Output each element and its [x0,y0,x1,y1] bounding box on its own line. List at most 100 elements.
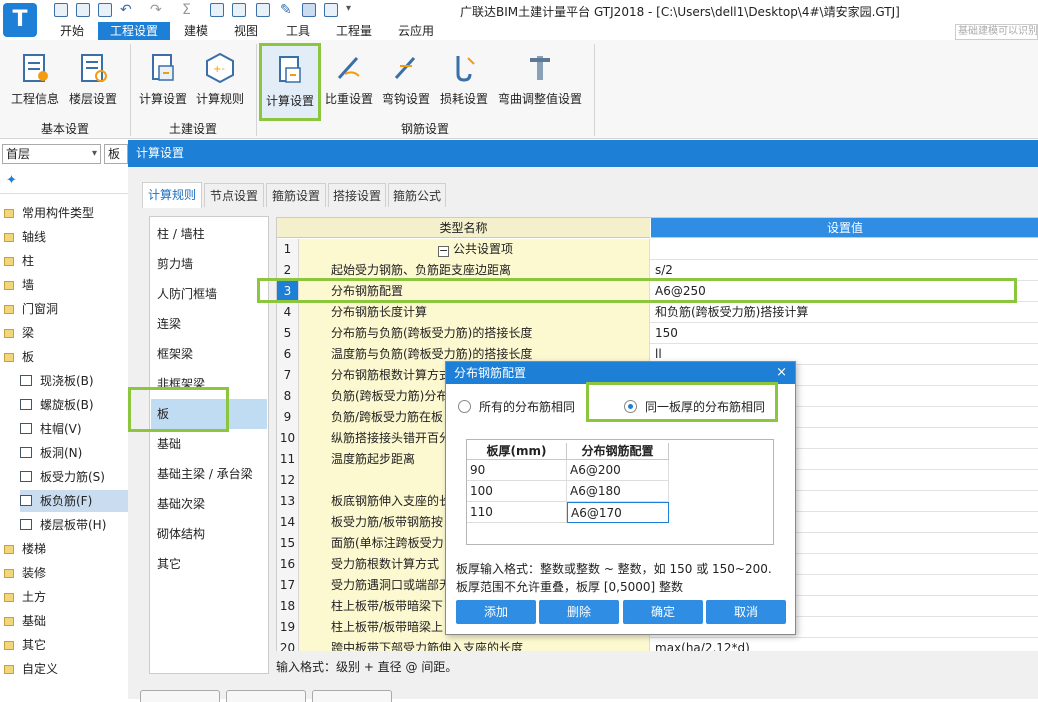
note-range: 板厚范围不允许重叠，板厚 [0,5000] 整数 [456,580,683,594]
menu-project-settings[interactable]: 工程设置 [98,22,170,40]
menu-tools[interactable]: 工具 [278,22,318,40]
category-item[interactable]: 基础次梁 [151,489,267,519]
bottom-button[interactable] [226,690,306,702]
bottom-button[interactable] [312,690,392,702]
category-item[interactable]: 柱 / 墙柱 [151,219,267,249]
category-item[interactable]: 基础主梁 / 承台梁 [151,459,267,489]
density-button[interactable]: 比重设置 [321,44,377,122]
tree-item-selected[interactable]: 板负筋(F) [20,490,128,512]
redo-icon[interactable]: ↷ [150,2,162,18]
floor-settings-button[interactable]: 楼层设置 [64,44,122,122]
calc-rules-button[interactable]: +- 计算规则 [192,44,248,122]
table-row[interactable]: 5 分布筋与负筋(跨板受力筋)的搭接长度 150 [277,323,1038,344]
delete-button[interactable]: 删除 [539,600,619,624]
save-icon[interactable] [54,3,68,17]
thickness-cell[interactable]: 100 [467,481,567,502]
menu-view[interactable]: 视图 [226,22,266,40]
project-info-button[interactable]: 工程信息 [6,44,64,122]
open-icon[interactable] [98,3,112,17]
popup-title: 分布钢筋配置 [446,362,795,384]
category-item[interactable]: 剪力墙 [151,249,267,279]
calc-settings-label: 计算设置 [138,92,187,106]
menu-modeling[interactable]: 建模 [176,22,216,40]
category-item[interactable]: 砌体结构 [151,519,267,549]
category-item[interactable]: 其它 [151,549,267,579]
tree-item[interactable]: 梁 [4,322,128,344]
floor-select[interactable]: 首层 [2,144,101,164]
tree-item[interactable]: 楼梯 [4,538,128,560]
tree-item[interactable]: 自定义 [4,658,128,680]
thickness-cell[interactable]: 110 [467,502,567,523]
report-icon[interactable] [210,3,224,17]
undo-icon[interactable]: ↶ [120,2,132,18]
category-item[interactable]: 人防门框墙 [151,279,267,309]
ok-button[interactable]: 确定 [623,600,703,624]
tree-item[interactable]: 板洞(N) [20,442,128,464]
close-icon[interactable]: × [776,362,787,384]
row-value[interactable] [651,239,1038,260]
tree-item[interactable]: 基础 [4,610,128,632]
new-component-icon[interactable]: ✦ [6,173,17,188]
row-value[interactable]: 150 [651,323,1038,344]
tree-item[interactable]: 现浇板(B) [20,370,128,392]
tree-item[interactable]: 柱 [4,250,128,272]
hook-button[interactable]: 弯钩设置 [378,44,434,122]
layout-icon[interactable] [324,3,338,17]
pen-icon[interactable]: ✎ [280,2,292,18]
row-name: 跨中板带下部受力筋伸入支座的长度 [299,638,650,651]
tab-stirrup-formula[interactable]: 箍筋公式 [388,183,446,207]
tree-item[interactable]: 柱帽(V) [20,418,128,440]
thickness-cell[interactable]: 90 [467,460,567,481]
add-button[interactable]: 添加 [456,600,536,624]
tree-item[interactable]: 门窗洞 [4,298,128,320]
category-item[interactable]: 基础 [151,429,267,459]
rebar-calc-settings-button[interactable]: 计算设置 [259,43,321,121]
option-same-thickness[interactable]: 同一板厚的分布筋相同 [624,398,765,415]
option-all-same[interactable]: 所有的分布筋相同 [458,398,575,415]
calc-settings-button[interactable]: 计算设置 [134,44,192,122]
row-value[interactable]: 和负筋(跨板受力筋)搭接计算 [651,302,1038,323]
bottom-button[interactable] [140,690,220,702]
table-row[interactable]: 20 跨中板带下部受力筋伸入支座的长度 max(ha/2,12*d) [277,638,1038,651]
tree-item[interactable]: 螺旋板(B) [20,394,128,416]
tab-stirrup-settings[interactable]: 箍筋设置 [266,183,326,207]
quick-access-dropdown-icon[interactable]: ▾ [346,3,351,14]
tree-item[interactable]: 轴线 [4,226,128,248]
collapse-icon[interactable]: − [437,245,449,257]
config-cell[interactable]: A6@200 [567,460,669,481]
new-file-icon[interactable] [76,3,90,17]
view-icon[interactable] [232,3,246,17]
tree-item[interactable]: 装修 [4,562,128,584]
calc-icon[interactable] [256,3,270,17]
table-row[interactable]: 4 分布钢筋长度计算 和负筋(跨板受力筋)搭接计算 [277,302,1038,323]
tab-lap-settings[interactable]: 搭接设置 [328,183,386,207]
category-item[interactable]: 框架梁 [151,339,267,369]
tree-item[interactable]: 土方 [4,586,128,608]
tab-node-settings[interactable]: 节点设置 [204,183,264,207]
search-input[interactable]: 基础建模可以识别 [955,24,1038,40]
tree-item[interactable]: 板 [4,346,128,368]
bend-adjust-button[interactable]: 弯曲调整值设置 [494,44,586,122]
tree-item[interactable]: 常用构件类型 [4,202,128,224]
menu-cloud[interactable]: 云应用 [392,22,440,40]
tree-item[interactable]: 板受力筋(S) [20,466,128,488]
menu-start[interactable]: 开始 [52,22,92,40]
category-item[interactable]: 连梁 [151,309,267,339]
menu-quantity[interactable]: 工程量 [330,22,378,40]
tree-item[interactable]: 墙 [4,274,128,296]
sum-icon[interactable]: Σ [182,2,191,18]
tree-item[interactable]: 楼层板带(H) [20,514,128,536]
table-row[interactable]: 1− 公共设置项 [277,239,1038,260]
cancel-button[interactable]: 取消 [706,600,786,624]
rebar-calc-settings-label: 计算设置 [265,94,314,108]
component-type-select[interactable]: 板 [104,144,128,164]
loss-button[interactable]: 损耗设置 [436,44,492,122]
config-cell[interactable]: A6@180 [567,481,669,502]
tab-calc-rules[interactable]: 计算规则 [142,182,202,208]
bend-adjust-label: 弯曲调整值设置 [497,92,582,106]
tree-item[interactable]: 其它 [4,634,128,656]
row-value[interactable]: max(ha/2,12*d) [651,638,1038,651]
config-cell-editing[interactable]: A6@170 [567,502,669,523]
app-logo[interactable]: T [3,3,37,37]
grid-icon[interactable] [302,3,316,17]
